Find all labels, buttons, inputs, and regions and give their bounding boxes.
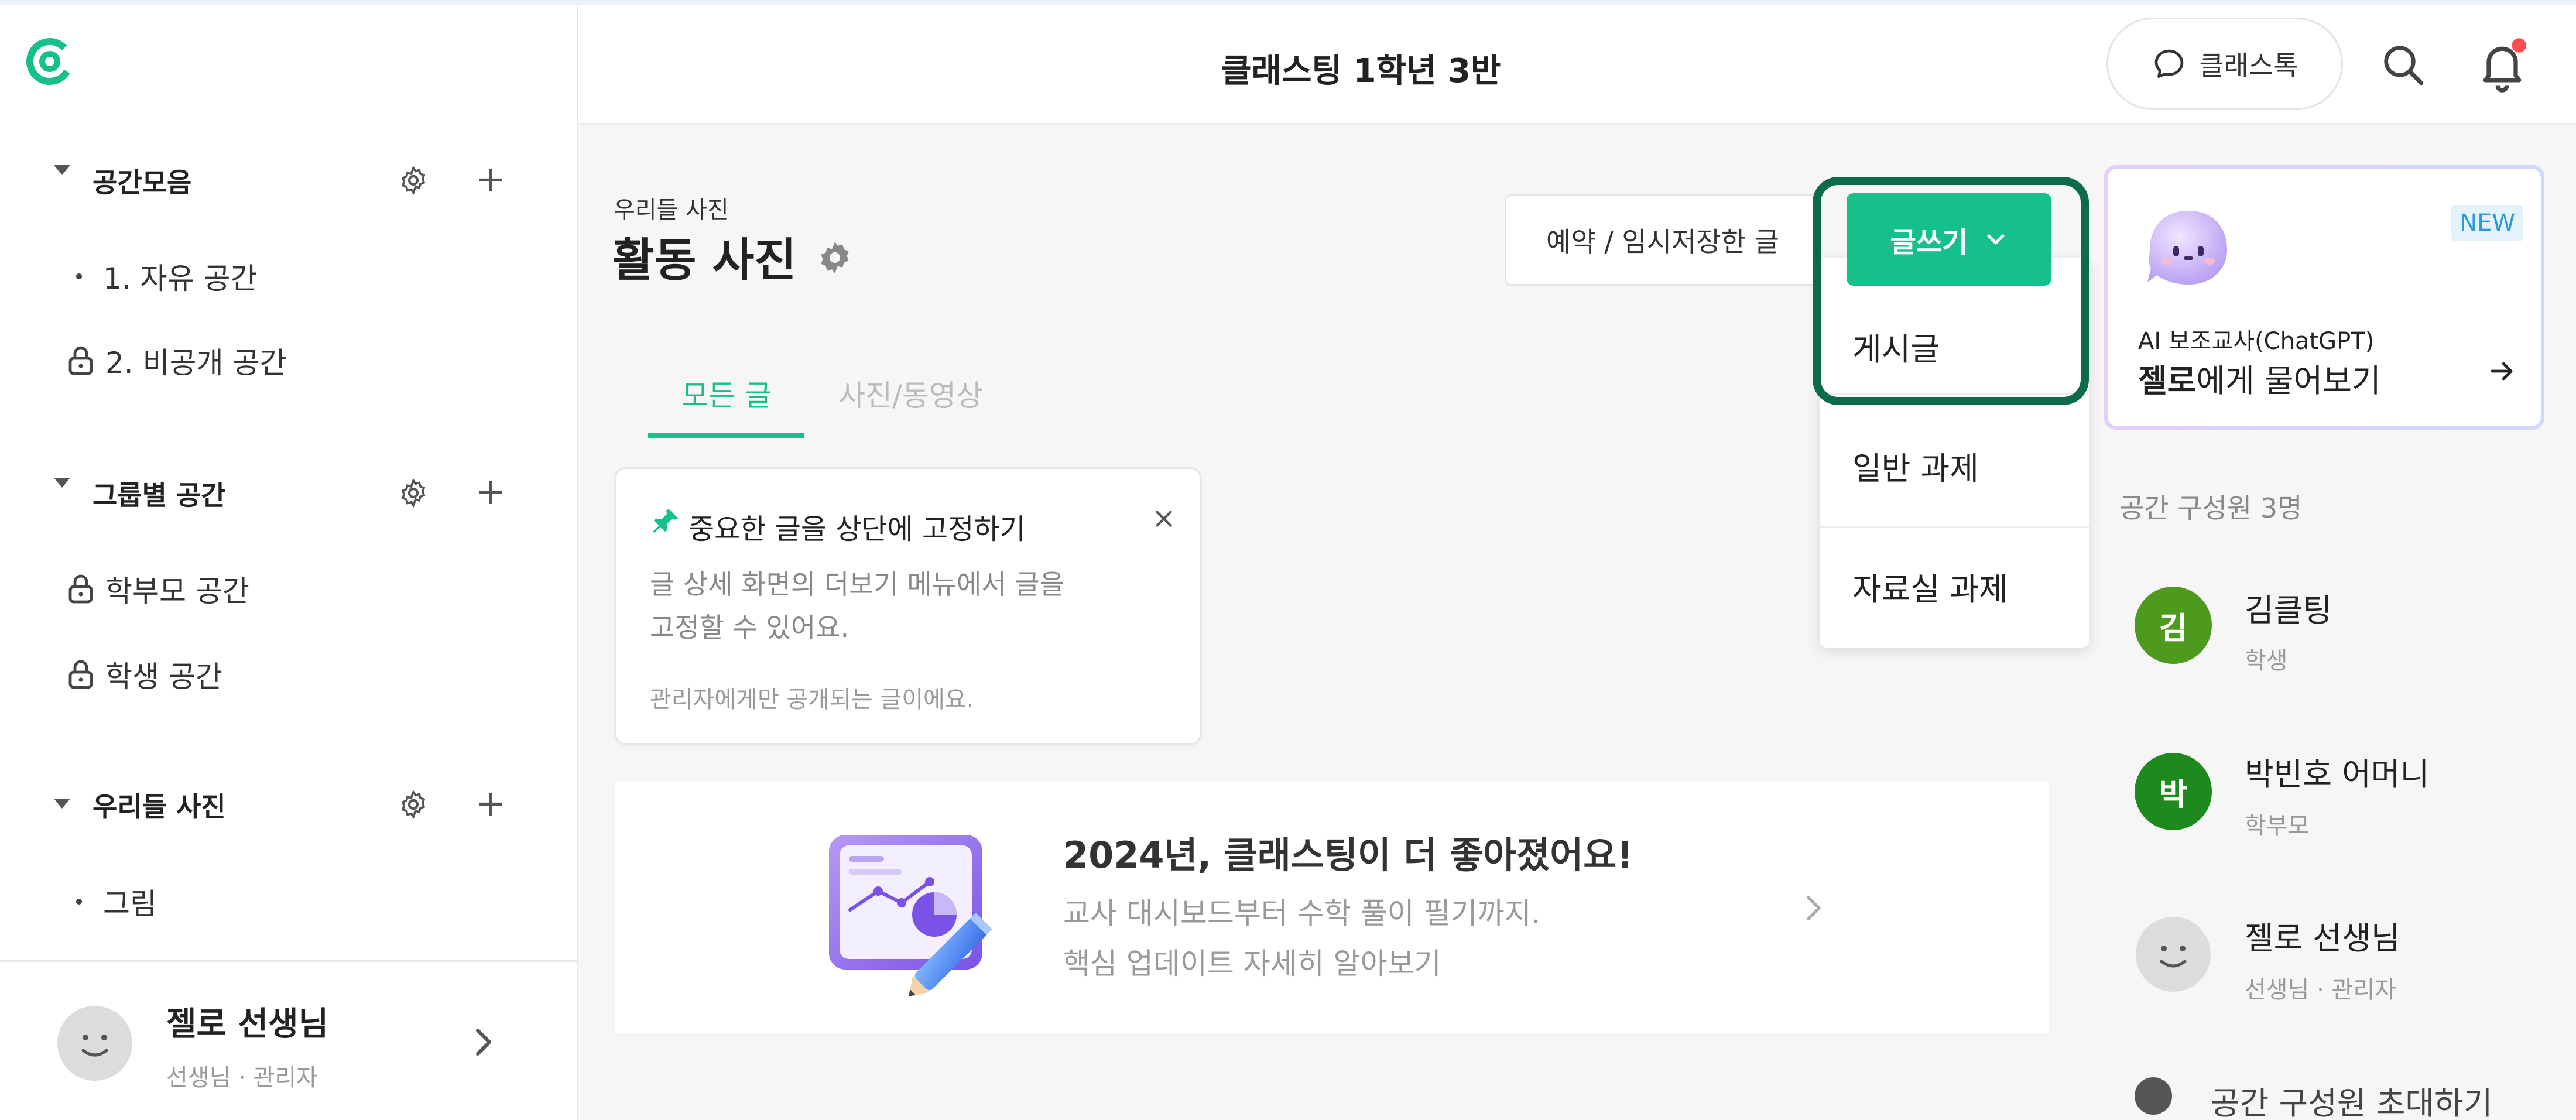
focus-highlight-box xyxy=(1813,177,2089,405)
banner-line-2: 핵심 업데이트 자세히 알아보기 xyxy=(1063,947,1441,981)
sidebar-item-drawings[interactable]: 그림 xyxy=(76,881,157,923)
member-role: 선생님 · 관리자 xyxy=(2245,977,2396,1003)
banner-line-1: 교사 대시보드부터 수학 풀이 필기까지. xyxy=(1063,896,1541,930)
chat-bubble-icon xyxy=(2155,49,2184,78)
member-role: 학부모 xyxy=(2245,813,2310,840)
caret-down-icon xyxy=(54,478,70,488)
jello-mascot-icon xyxy=(2147,211,2227,285)
ai-title-bold: 젤로 xyxy=(2138,362,2197,399)
arrow-right-icon xyxy=(2491,362,2513,381)
invite-icon xyxy=(2135,1077,2172,1115)
sidebar-item-students-space[interactable]: 학생 공간 xyxy=(68,653,222,696)
member-role: 학생 xyxy=(2245,648,2288,674)
sidebar-item-label: 1. 자유 공간 xyxy=(103,262,258,296)
tab-photos-videos[interactable]: 사진/동영상 xyxy=(838,372,983,415)
lock-icon xyxy=(68,574,93,604)
class-title: 클래스팅 1학년 3반 xyxy=(1221,52,1501,90)
bullet-icon xyxy=(76,273,82,279)
menu-item-resource-assignment[interactable]: 자료실 과제 xyxy=(1852,563,2008,609)
invite-members-row[interactable]: 공간 구성원 초대하기 xyxy=(2135,1073,2576,1120)
dashboard-pencil-illustration xyxy=(829,835,993,996)
pin-icon xyxy=(653,509,679,533)
close-icon[interactable] xyxy=(1152,507,1176,530)
lock-icon xyxy=(68,346,93,375)
classtalk-label: 클래스톡 xyxy=(2199,50,2298,81)
new-badge: NEW xyxy=(2451,205,2523,241)
avatar[interactable]: 김 xyxy=(2135,587,2212,664)
sidebar-item-label: 학생 공간 xyxy=(105,660,222,694)
ai-title: 젤로에게 물어보기 xyxy=(2138,355,2381,401)
member-name[interactable]: 박빈호 어머니 xyxy=(2245,748,2429,794)
avatar xyxy=(57,1006,132,1081)
gear-icon[interactable] xyxy=(815,238,855,278)
pin-card-note: 관리자에게만 공개되는 글이에요. xyxy=(650,686,974,713)
add-icon[interactable]: + xyxy=(475,161,506,197)
classtalk-button[interactable]: 클래스톡 xyxy=(2106,18,2343,110)
banner-title: 2024년, 클래스팅이 더 좋아졌어요! xyxy=(1063,834,1633,876)
bullet-icon xyxy=(76,899,82,905)
ai-title-rest: 에게 물어보기 xyxy=(2196,362,2381,399)
add-icon[interactable]: + xyxy=(475,785,506,821)
board-title: 활동 사진 xyxy=(612,234,797,287)
gear-icon[interactable] xyxy=(397,164,430,197)
section-header-group[interactable] xyxy=(54,478,70,488)
section-title: 공간모음 xyxy=(93,167,192,198)
pin-card-desc-2: 고정할 수 있어요. xyxy=(650,612,849,643)
member-name[interactable]: 젤로 선생님 xyxy=(2245,912,2400,958)
section-title: 우리들 사진 xyxy=(93,791,226,823)
invite-label: 공간 구성원 초대하기 xyxy=(2211,1085,2493,1120)
chevron-right-icon[interactable] xyxy=(472,1026,495,1059)
members-heading: 공간 구성원 3명 xyxy=(2119,492,2303,524)
pin-card-desc-1: 글 상세 화면의 더보기 메뉴에서 글을 xyxy=(650,568,1064,600)
lock-icon xyxy=(68,660,93,689)
gear-icon[interactable] xyxy=(397,477,430,509)
tab-all-posts[interactable]: 모든 글 xyxy=(681,372,772,415)
caret-down-icon xyxy=(54,165,70,175)
classting-logo-icon[interactable] xyxy=(23,35,76,88)
add-icon[interactable]: + xyxy=(475,474,506,510)
sidebar-item-label: 학부모 공간 xyxy=(105,574,249,608)
sidebar-item-free-space[interactable]: 1. 자유 공간 xyxy=(76,255,258,297)
member-name[interactable]: 김클팅 xyxy=(2245,584,2332,631)
sidebar-item-private-space[interactable]: 2. 비공개 공간 xyxy=(68,340,287,382)
section-header-photos[interactable] xyxy=(54,799,70,809)
menu-divider xyxy=(1820,526,2089,528)
sidebar-item-label: 2. 비공개 공간 xyxy=(105,346,287,380)
top-accent-line xyxy=(0,0,2576,5)
active-tab-underline xyxy=(648,433,804,438)
breadcrumb[interactable]: 우리들 사진 xyxy=(614,191,729,225)
search-icon[interactable] xyxy=(2379,41,2426,88)
pin-card-title: 중요한 글을 상단에 고정하기 xyxy=(688,513,1026,546)
sidebar-item-label: 그림 xyxy=(103,887,157,921)
avatar[interactable]: 박 xyxy=(2135,753,2212,830)
caret-down-icon xyxy=(54,799,70,809)
section-title: 그룹별 공간 xyxy=(93,479,226,511)
notification-bell-icon[interactable] xyxy=(2475,37,2529,94)
section-header-spaces[interactable] xyxy=(54,165,70,175)
profile-role: 선생님 · 관리자 xyxy=(166,1064,318,1091)
profile-name: 젤로 선생님 xyxy=(166,1005,329,1043)
ai-subtitle: AI 보조교사(ChatGPT) xyxy=(2138,328,2375,355)
sidebar-item-parents-space[interactable]: 학부모 공간 xyxy=(68,568,249,610)
menu-item-general-assignment[interactable]: 일반 과제 xyxy=(1852,443,1979,489)
ai-assistant-card[interactable]: NEW AI 보조교사(ChatGPT) 젤로에게 물어보기 xyxy=(2104,165,2544,430)
avatar[interactable] xyxy=(2135,916,2212,993)
gear-icon[interactable] xyxy=(397,788,430,821)
scheduled-drafts-button[interactable]: 예약 / 임시저장한 글 xyxy=(1505,194,1821,286)
chevron-right-icon[interactable] xyxy=(1803,893,1824,923)
